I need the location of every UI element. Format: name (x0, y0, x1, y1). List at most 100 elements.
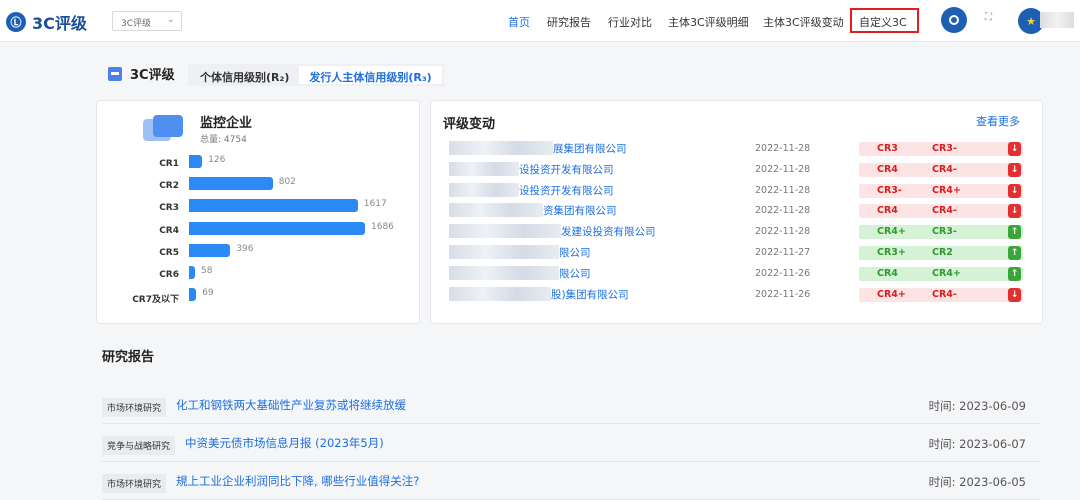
arrow-up-icon: ↑ (1008, 246, 1021, 260)
rating-change-badge: CR3- CR4+ ↓ (859, 183, 1023, 198)
rating-change-badge: CR4 CR4- ↓ (859, 204, 1023, 219)
rating-to: CR4- (932, 205, 957, 217)
bar-value: 69 (202, 288, 214, 299)
bar (189, 288, 197, 302)
section-title: 3C评级 (130, 68, 175, 83)
rating-type-tabs: 个体信用级别(R₂) 发行人主体信用级别(R₃) (188, 64, 444, 86)
rating-from: CR4 (877, 205, 898, 217)
logo-mark-icon: Ⓛ (6, 12, 26, 32)
company-name-link[interactable]: 限公司 (559, 245, 591, 260)
company-name-blurred (449, 141, 553, 155)
bar-label: CR5 (159, 247, 179, 258)
rating-change-badge: CR4+ CR4- ↓ (859, 287, 1023, 302)
tab-individual-credit[interactable]: 个体信用级别(R₂) (190, 66, 299, 84)
chevron-down-icon: ⌄ (166, 14, 175, 25)
report-time: 时间: 2023-06-05 (928, 475, 1026, 489)
arrow-down-icon: ↓ (1008, 162, 1021, 177)
top-bar: Ⓛ 3C评级 3C评级 ⌄ 首页 研究报告 行业对比 主体3C评级明细 主体3C… (0, 0, 1080, 42)
nav-research[interactable]: 研究报告 (547, 14, 591, 30)
rating-change-row[interactable]: 股)集团有限公司 2022-11-26 CR4+ CR4- ↓ (431, 285, 1044, 305)
rating-from: CR3- (877, 184, 902, 196)
rating-to: CR4- (932, 163, 957, 175)
report-row: 市场环境研究 化工和钢铁两大基础性产业复苏或将继续放缓 时间: 2023-06-09 (102, 386, 1040, 424)
company-name-blurred (449, 286, 551, 301)
nav-custom-3c[interactable]: 自定义3C (859, 14, 907, 30)
report-tag: 竞争与战略研究 (102, 436, 176, 455)
rating-change-row[interactable]: 展集团有限公司 2022-11-28 CR3 CR3- ↓ (431, 139, 1044, 159)
rating-change-badge: CR3 CR3- ↓ (859, 142, 1023, 156)
tab-issuer-credit[interactable]: 发行人主体信用级别(R₃) (299, 66, 442, 84)
bar (189, 266, 196, 279)
bar-value: 802 (278, 177, 296, 188)
rating-change-badge: CR4+ CR3- ↑ (859, 225, 1023, 240)
change-date: 2022-11-26 (755, 267, 811, 279)
company-name-link[interactable]: 展集团有限公司 (553, 141, 627, 156)
bar-value: 396 (236, 243, 254, 254)
rating-change-badge: CR4 CR4- ↓ (859, 162, 1023, 177)
company-name-link[interactable]: 设投资开发有限公司 (519, 183, 614, 198)
rating-change-badge: CR4 CR4+ ↑ (859, 266, 1023, 281)
nav-rating-change[interactable]: 主体3C评级变动 (763, 14, 844, 30)
view-more-link[interactable]: 查看更多 (976, 113, 1020, 129)
arrow-down-icon: ↓ (1008, 183, 1021, 198)
report-title-link[interactable]: 化工和钢铁两大基础性产业复苏或将继续放缓 (176, 397, 406, 413)
report-time: 时间: 2023-06-07 (928, 437, 1026, 451)
rating-from: CR4 (877, 267, 898, 279)
rating-change-row[interactable]: 资集团有限公司 2022-11-28 CR4 CR4- ↓ (431, 201, 1044, 221)
change-date: 2022-11-28 (755, 163, 811, 175)
bar-value: 1686 (371, 221, 394, 232)
arrow-down-icon: ↓ (1008, 287, 1021, 302)
bar-label: CR7及以下 (132, 295, 179, 306)
rating-change-row[interactable]: 限公司 2022-11-27 CR3+ CR2 ↑ (431, 243, 1044, 263)
rating-from: CR4+ (877, 288, 906, 300)
company-name-link[interactable]: 资集团有限公司 (543, 203, 617, 218)
rating-to: CR4+ (932, 184, 961, 196)
bar-value: 58 (201, 266, 213, 276)
product-selector[interactable]: 3C评级 ⌄ (112, 11, 182, 31)
rating-change-row[interactable]: 发建设投资有限公司 2022-11-28 CR4+ CR3- ↑ (431, 222, 1044, 242)
product-selector-value: 3C评级 (121, 19, 152, 29)
rating-change-row[interactable]: 设投资开发有限公司 2022-11-28 CR4 CR4- ↓ (431, 160, 1044, 180)
bar-label: CR1 (159, 159, 179, 169)
change-date: 2022-11-28 (755, 184, 811, 196)
change-date: 2022-11-27 (755, 247, 811, 258)
bar (189, 221, 365, 235)
bar-label: CR3 (159, 203, 179, 214)
report-tag: 市场环境研究 (102, 398, 167, 417)
rating-changes-card: 评级变动 查看更多 展集团有限公司 2022-11-28 CR3 CR3- ↓ 设投资开发… (430, 100, 1043, 324)
arrow-down-icon: ↓ (1008, 142, 1021, 156)
logo-text: 3C评级 (32, 14, 87, 33)
monitor-total: 总量: 4754 (200, 135, 247, 145)
logo[interactable]: Ⓛ 3C评级 (6, 10, 87, 34)
rating-change-row[interactable]: 设投资开发有限公司 2022-11-28 CR3- CR4+ ↓ (431, 181, 1044, 201)
monitor-illustration-icon (143, 115, 183, 143)
company-name-link[interactable]: 股)集团有限公司 (551, 287, 629, 302)
rating-to: CR4+ (932, 267, 961, 279)
nav-rating-detail[interactable]: 主体3C评级明细 (668, 14, 749, 30)
rating-from: CR4 (877, 163, 898, 175)
company-name-blurred (449, 203, 543, 218)
rating-from: CR3 (877, 143, 898, 154)
search-button[interactable] (941, 7, 967, 33)
report-row: 市场环境研究 規上工业企业利润同比下降, 哪些行业值得关注? 时间: 2023-06… (102, 462, 1040, 500)
user-name-blurred[interactable] (1040, 12, 1074, 28)
bar-value: 126 (208, 155, 226, 165)
company-name-blurred (449, 224, 561, 239)
change-date: 2022-11-28 (755, 143, 811, 154)
report-title-link[interactable]: 規上工业企业利润同比下降, 哪些行业值得关注? (176, 473, 419, 489)
company-name-link[interactable]: 限公司 (559, 266, 591, 281)
bar (189, 155, 203, 168)
rating-section-icon (108, 66, 122, 81)
nav-home[interactable]: 首页 (508, 14, 530, 30)
rating-change-row[interactable]: 限公司 2022-11-26 CR4 CR4+ ↑ (431, 264, 1044, 284)
bar-label: CR2 (159, 181, 179, 192)
rating-to: CR2 (932, 247, 953, 258)
nav-industry-compare[interactable]: 行业对比 (608, 14, 652, 30)
report-title-link[interactable]: 中资美元债市场信息月报 (2023年5月) (185, 435, 384, 451)
company-name-blurred (449, 161, 519, 176)
monitor-title: 监控企业 (200, 116, 253, 131)
fullscreen-icon[interactable]: ⛶ (985, 12, 992, 23)
company-name-link[interactable]: 发建设投资有限公司 (561, 224, 656, 239)
arrow-down-icon: ↓ (1008, 204, 1021, 219)
company-name-link[interactable]: 设投资开发有限公司 (519, 162, 614, 177)
